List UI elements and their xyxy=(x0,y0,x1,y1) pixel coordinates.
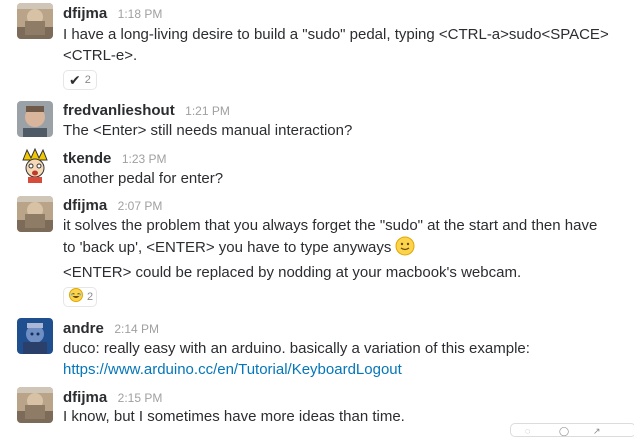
reaction-count: 2 xyxy=(84,74,91,86)
timestamp[interactable]: 2:07 PM xyxy=(118,199,163,213)
timestamp[interactable]: 1:18 PM xyxy=(118,7,163,21)
reaction-button[interactable]: ✔ 2 xyxy=(63,70,97,90)
message-text: I have a long-living desire to build a "… xyxy=(63,26,609,64)
message-feed: dfijma 1:18 PM I have a long-living desi… xyxy=(0,0,634,437)
author-name[interactable]: dfijma xyxy=(63,5,107,22)
avatar[interactable] xyxy=(17,318,53,354)
message-text: it solves the problem that you always fo… xyxy=(63,215,623,262)
author-name[interactable]: fredvanlieshout xyxy=(63,102,175,119)
timestamp[interactable]: 1:23 PM xyxy=(122,152,167,166)
slightly-smiling-face-icon xyxy=(395,236,415,262)
timestamp[interactable]: 2:14 PM xyxy=(114,322,159,336)
message-header: fredvanlieshout 1:21 PM xyxy=(63,102,230,120)
author-name[interactable]: dfijma xyxy=(63,197,107,214)
laughing-face-icon xyxy=(69,287,83,307)
add-reaction-icon[interactable]: ◌ xyxy=(525,426,530,436)
timestamp[interactable]: 2:15 PM xyxy=(118,391,163,405)
avatar[interactable] xyxy=(17,3,53,39)
comment-icon[interactable]: ◯ xyxy=(559,426,569,437)
message-text: duco: really easy with an arduino. basic… xyxy=(63,340,530,357)
share-icon[interactable]: ↗ xyxy=(593,426,601,437)
avatar[interactable] xyxy=(17,148,53,184)
avatar[interactable] xyxy=(17,101,53,137)
message-text-segment: to 'back up', <ENTER> you have to type a… xyxy=(63,239,392,256)
author-name[interactable]: andre xyxy=(63,320,104,337)
message-text: <ENTER> could be replaced by nodding at … xyxy=(63,264,522,281)
message-header: andre 2:14 PM xyxy=(63,320,159,338)
checkmark-icon: ✔ xyxy=(69,72,81,88)
message-link[interactable]: https://www.arduino.cc/en/Tutorial/Keybo… xyxy=(63,361,402,378)
message-header: dfijma 1:18 PM xyxy=(63,5,162,23)
message-text: The <Enter> still needs manual interacti… xyxy=(63,122,353,139)
message-header: dfijma 2:07 PM xyxy=(63,197,162,215)
reaction-button[interactable]: 2 xyxy=(63,287,97,307)
message-text: another pedal for enter? xyxy=(63,170,224,187)
author-name[interactable]: dfijma xyxy=(63,389,107,406)
avatar[interactable] xyxy=(17,387,53,423)
avatar[interactable] xyxy=(17,196,53,232)
message-text-line: to 'back up', <ENTER> you have to type a… xyxy=(63,236,623,262)
timestamp[interactable]: 1:21 PM xyxy=(185,104,230,118)
message-header: tkende 1:23 PM xyxy=(63,150,167,168)
message-text-line: it solves the problem that you always fo… xyxy=(63,217,598,234)
message-actions-toolbar[interactable]: ◌ ◯ ↗ xyxy=(510,423,634,437)
reaction-count: 2 xyxy=(87,291,94,303)
message-link-line: https://www.arduino.cc/en/Tutorial/Keybo… xyxy=(63,359,623,380)
author-name[interactable]: tkende xyxy=(63,150,111,167)
message-header: dfijma 2:15 PM xyxy=(63,389,162,407)
